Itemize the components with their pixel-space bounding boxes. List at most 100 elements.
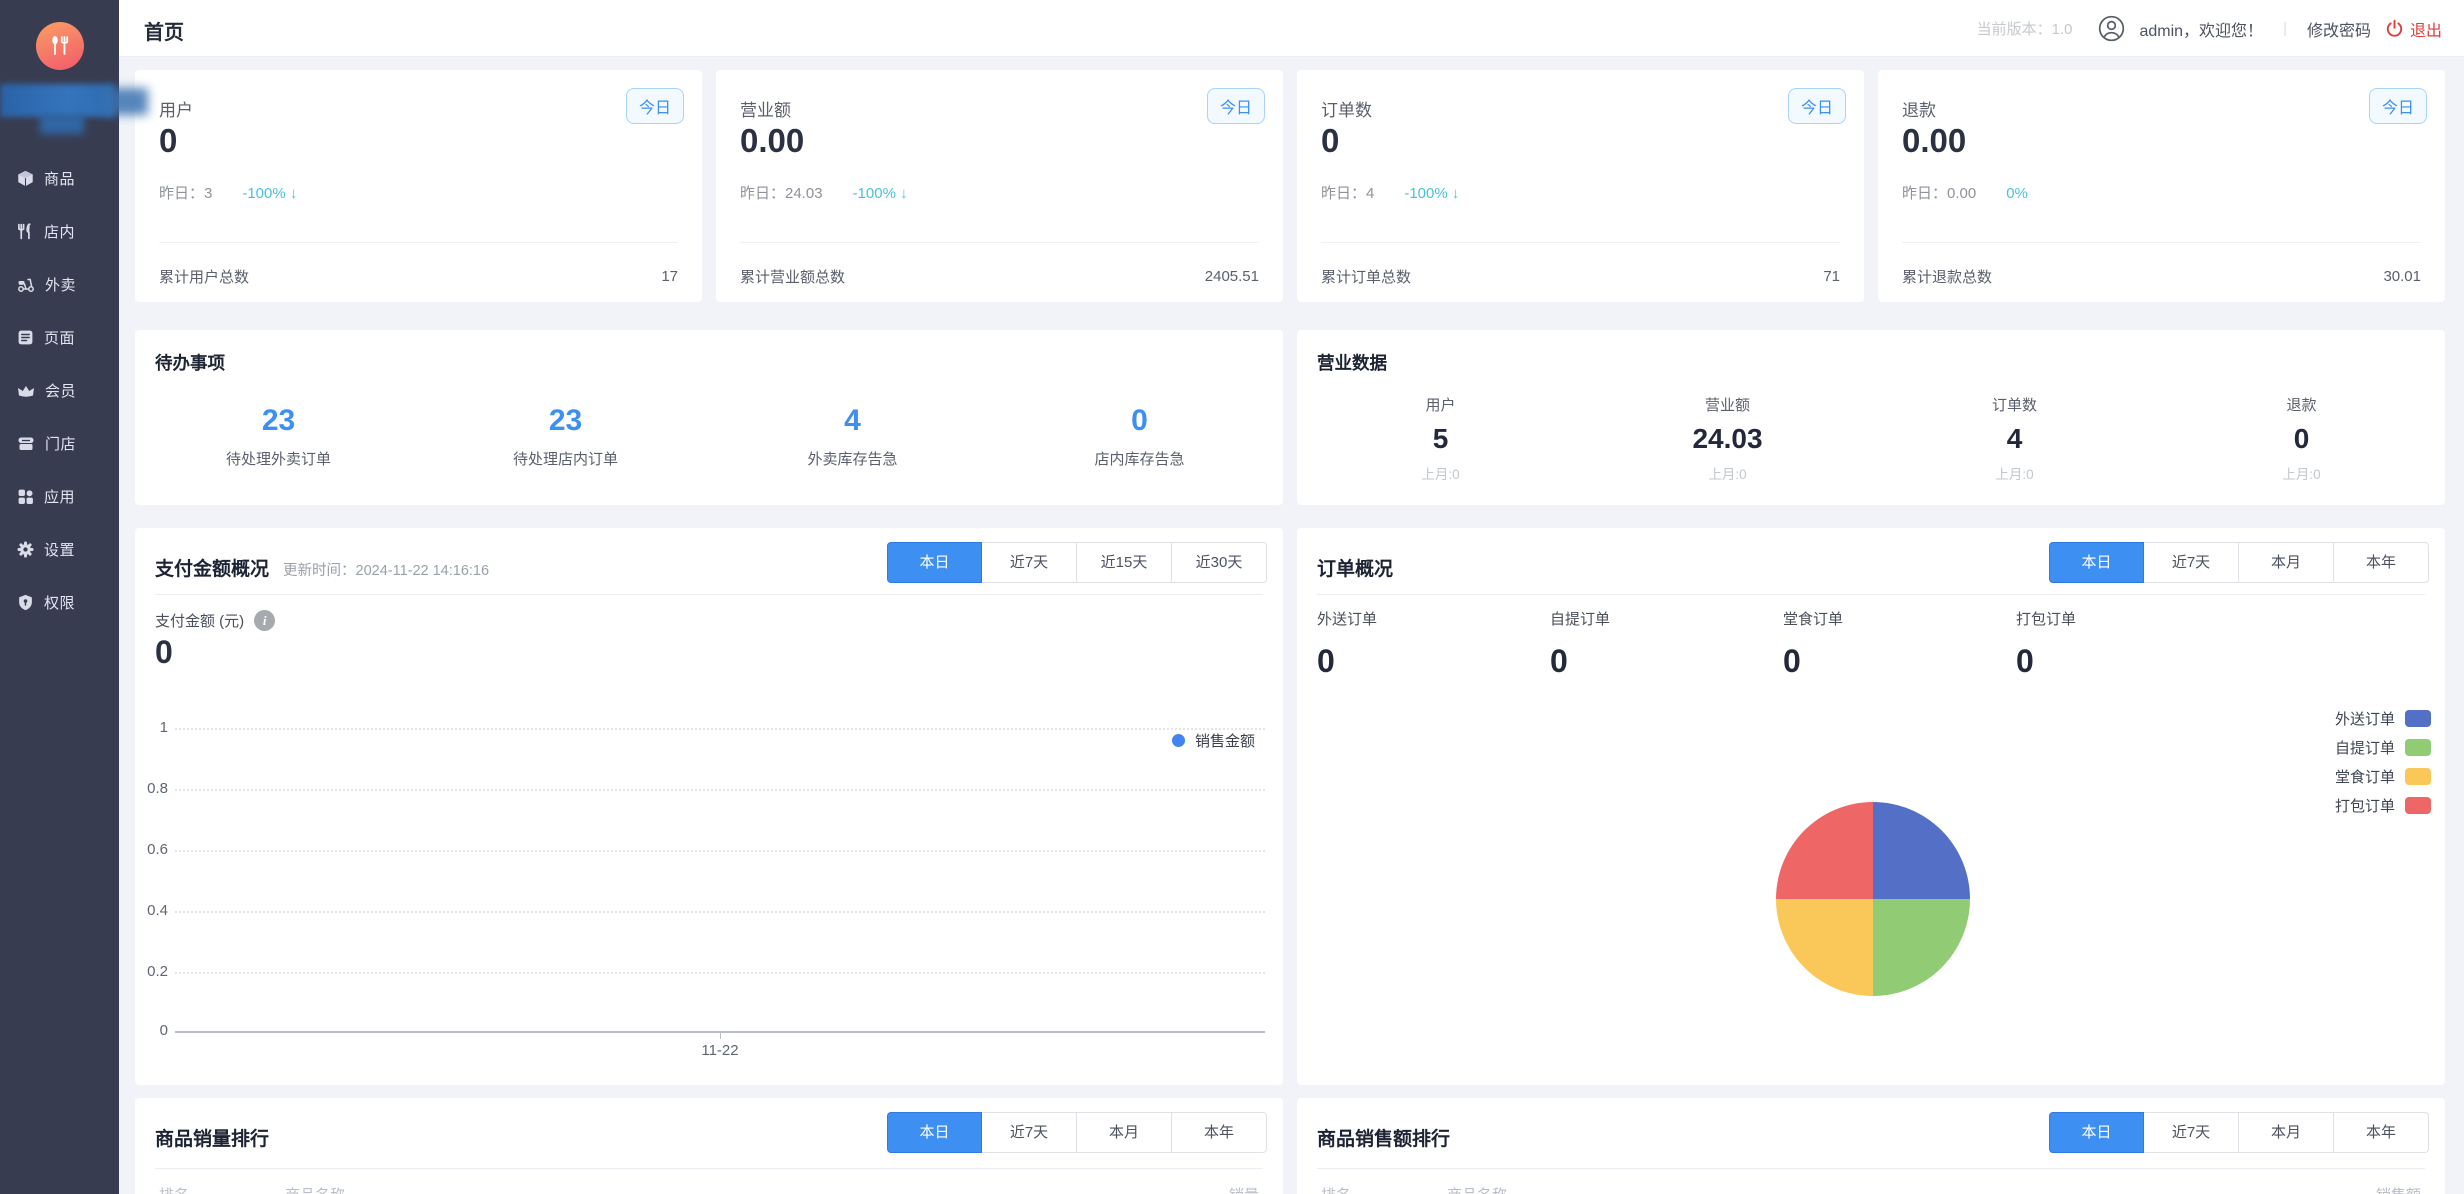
business-label: 订单数 <box>1871 394 2158 415</box>
stat-card-users: 用户 今日 0 昨日：3-100% ↓ 累计用户总数17 <box>135 70 702 302</box>
sidebar: 商品 店内 外卖 页面 会员 门店 <box>0 0 119 1194</box>
y-tick: 0 <box>135 1021 168 1041</box>
logout-label: 退出 <box>2410 17 2442 41</box>
tab-7days[interactable]: 近7天 <box>982 1112 1077 1153</box>
todo-panel: 待办事项 23待处理外卖订单 23待处理店内订单 4外卖库存告急 0店内库存告急 <box>135 330 1283 505</box>
payment-metric-label: 支付金额 (元) <box>155 610 244 631</box>
rank-col-header: 销量 <box>1229 1184 1259 1194</box>
sidebar-item-instore[interactable]: 店内 <box>0 205 119 258</box>
sidebar-item-label: 权限 <box>44 592 75 613</box>
stat-card-orders: 订单数 今日 0 昨日：4-100% ↓ 累计订单总数71 <box>1297 70 1864 302</box>
sidebar-item-members[interactable]: 会员 <box>0 364 119 417</box>
sidebar-item-label: 外卖 <box>45 274 76 295</box>
payment-range-tabs: 本日 近7天 近15天 近30天 <box>887 542 1267 583</box>
pie-legend-item[interactable]: 堂食订单 <box>2335 765 2431 787</box>
business-label: 营业额 <box>1584 394 1871 415</box>
business-prev-month: 上月:0 <box>1871 463 2158 483</box>
change-password-link[interactable]: 修改密码 <box>2307 17 2371 41</box>
cube-icon <box>17 170 34 187</box>
fork-spoon-icon <box>47 33 73 59</box>
scooter-icon <box>17 276 35 293</box>
yesterday-value: 昨日：24.03 <box>740 185 823 202</box>
line-legend[interactable]: 销售金额 <box>1172 730 1255 751</box>
sidebar-item-goods[interactable]: 商品 <box>0 152 119 205</box>
panel-divider <box>155 594 1263 595</box>
tab-month[interactable]: 本月 <box>1077 1112 1172 1153</box>
footer-value: 30.01 <box>2383 268 2421 285</box>
business-prev-month: 上月:0 <box>1584 463 1871 483</box>
todo-label: 外卖库存告急 <box>709 448 996 469</box>
tab-today[interactable]: 本日 <box>2049 1112 2144 1153</box>
order-stat: 自提订单0 <box>1550 608 1783 680</box>
todo-label: 店内库存告急 <box>996 448 1283 469</box>
yesterday-value: 昨日：3 <box>159 185 212 202</box>
tab-7days[interactable]: 近7天 <box>982 542 1077 583</box>
tab-month[interactable]: 本月 <box>2239 542 2334 583</box>
order-stat-label: 自提订单 <box>1550 608 1783 629</box>
tab-year[interactable]: 本年 <box>1172 1112 1267 1153</box>
pie-legend-label: 自提订单 <box>2335 737 2395 758</box>
order-overview-panel: 订单概况 本日 近7天 本月 本年 外送订单0 自提订单0 堂食订单0 打包订单… <box>1297 528 2445 1085</box>
crown-icon <box>17 382 35 399</box>
tab-7days[interactable]: 近7天 <box>2144 1112 2239 1153</box>
order-stat-label: 打包订单 <box>2016 608 2249 629</box>
sidebar-item-label: 设置 <box>44 539 75 560</box>
order-range-tabs: 本日 近7天 本月 本年 <box>2049 542 2429 583</box>
todo-label: 待处理店内订单 <box>422 448 709 469</box>
pie-legend-item[interactable]: 自提订单 <box>2335 736 2431 758</box>
rank-col-header: 排名 <box>1321 1184 1351 1194</box>
pie-legend-item[interactable]: 外送订单 <box>2335 707 2431 729</box>
pie-legend-swatch <box>2405 797 2431 814</box>
footer-label: 累计营业额总数 <box>740 266 845 287</box>
footer-value: 17 <box>661 268 678 285</box>
business-item: 用户5上月:0 <box>1297 394 1584 483</box>
todo-item[interactable]: 23 待处理外卖订单 <box>135 404 422 469</box>
tab-15days[interactable]: 近15天 <box>1077 542 1172 583</box>
tab-today[interactable]: 本日 <box>887 1112 982 1153</box>
stat-card-refunds: 退款 今日 0.00 昨日：0.000% 累计退款总数30.01 <box>1878 70 2445 302</box>
revenue-rank-panel: 商品销售额排行 本日 近7天 本月 本年 排名 商品名称 销售额 <box>1297 1098 2445 1194</box>
app-logo[interactable] <box>36 22 84 70</box>
gridline <box>175 728 1265 730</box>
today-badge: 今日 <box>626 88 684 124</box>
tab-year[interactable]: 本年 <box>2334 542 2429 583</box>
todo-value: 23 <box>135 404 422 438</box>
sidebar-item-apps[interactable]: 应用 <box>0 470 119 523</box>
tab-month[interactable]: 本月 <box>2239 1112 2334 1153</box>
todo-item[interactable]: 0店内库存告急 <box>996 404 1283 469</box>
sidebar-item-takeout[interactable]: 外卖 <box>0 258 119 311</box>
tab-7days[interactable]: 近7天 <box>2144 542 2239 583</box>
tab-today[interactable]: 本日 <box>887 542 982 583</box>
order-pie-chart[interactable] <box>1776 802 1970 996</box>
top-header: 首页 当前版本：1.0 admin，欢迎您！ | 修改密码 退出 <box>119 0 2464 57</box>
user-avatar-icon[interactable] <box>2098 15 2125 42</box>
tab-year[interactable]: 本年 <box>2334 1112 2429 1153</box>
pie-legend-label: 堂食订单 <box>2335 766 2395 787</box>
business-data-panel: 营业数据 用户5上月:0 营业额24.03上月:0 订单数4上月:0 退款0上月… <box>1297 330 2445 505</box>
payment-panel-title: 支付金额概况 <box>155 554 269 581</box>
stat-card-value: 0 <box>159 122 177 160</box>
logout-button[interactable]: 退出 <box>2385 17 2442 41</box>
payment-line-chart: 1 0.8 0.6 0.4 0.2 0 11-22 销售金额 <box>135 698 1283 1078</box>
sidebar-item-settings[interactable]: 设置 <box>0 523 119 576</box>
header-divider: | <box>2277 20 2293 37</box>
tab-30days[interactable]: 近30天 <box>1172 542 1267 583</box>
order-stat: 外送订单0 <box>1317 608 1550 680</box>
footer-label: 累计订单总数 <box>1321 266 1411 287</box>
gridline <box>175 911 1265 913</box>
store-name-blurred-tail <box>104 88 148 115</box>
sidebar-item-stores[interactable]: 门店 <box>0 417 119 470</box>
todo-item[interactable]: 23待处理店内订单 <box>422 404 709 469</box>
todo-label: 待处理外卖订单 <box>135 448 422 469</box>
stat-card-value: 0 <box>1321 122 1339 160</box>
pie-legend-item[interactable]: 打包订单 <box>2335 794 2431 816</box>
order-panel-title: 订单概况 <box>1317 554 1393 581</box>
tab-today[interactable]: 本日 <box>2049 542 2144 583</box>
pie-legend-label: 外送订单 <box>2335 708 2395 729</box>
info-icon[interactable]: i <box>254 610 275 631</box>
sidebar-item-pages[interactable]: 页面 <box>0 311 119 364</box>
sidebar-item-permissions[interactable]: 权限 <box>0 576 119 629</box>
todo-item[interactable]: 4外卖库存告急 <box>709 404 996 469</box>
footer-value: 2405.51 <box>1205 268 1259 285</box>
footer-value: 71 <box>1823 268 1840 285</box>
